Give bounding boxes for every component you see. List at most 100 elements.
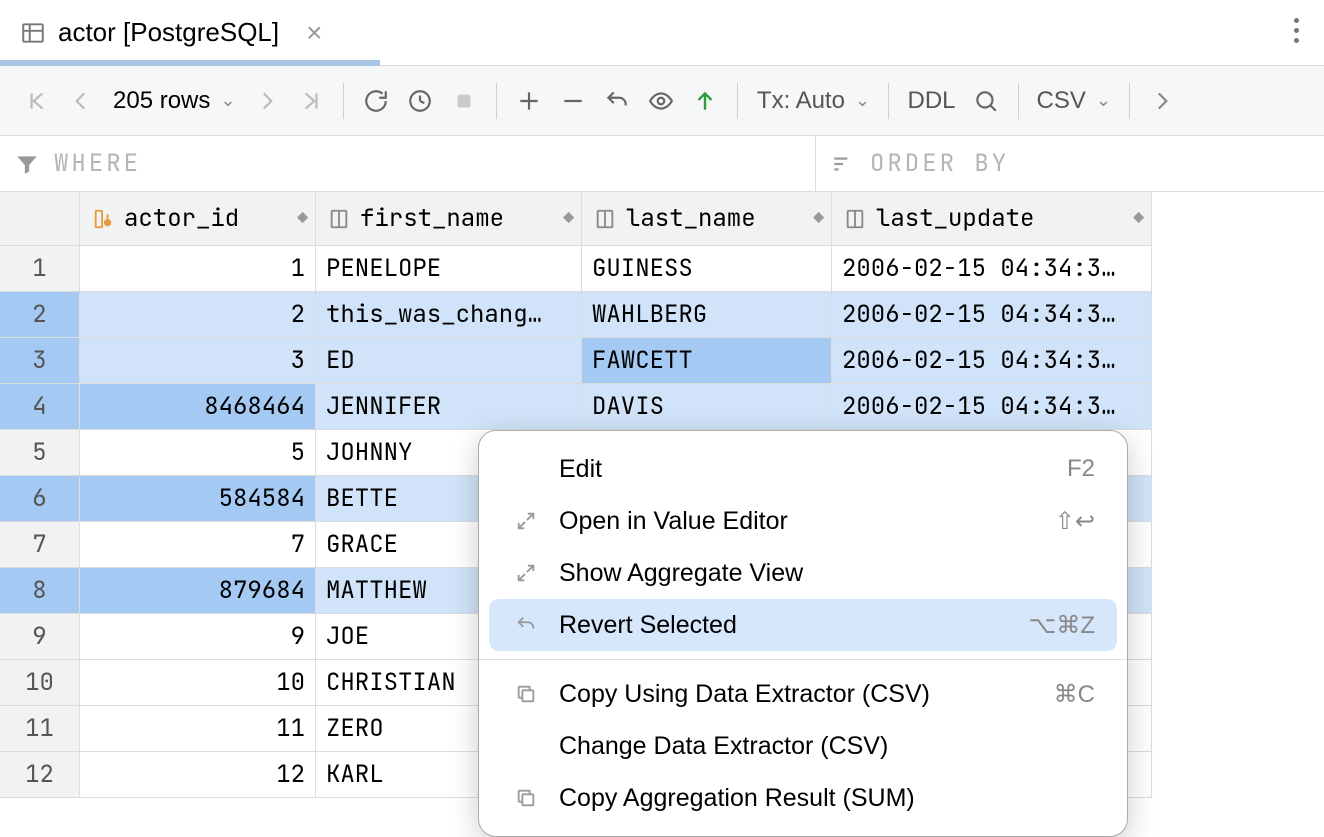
table-icon — [20, 20, 46, 46]
filter-icon — [14, 151, 40, 177]
menu-label: Show Aggregate View — [559, 559, 803, 588]
row-number[interactable]: 5 — [0, 430, 80, 476]
toolbar: 205 rows⌄ Tx: Auto⌄ DDL CSV⌄ — [0, 66, 1324, 136]
preview-changes-icon[interactable] — [639, 76, 683, 126]
row-number[interactable]: 3 — [0, 338, 80, 384]
tab-title: actor [PostgreSQL] — [58, 17, 279, 48]
menu-label: Copy Aggregation Result (SUM) — [559, 784, 915, 813]
table-cell[interactable]: 7 — [80, 522, 316, 568]
table-cell[interactable]: 2006-02-15 04:34:3… — [832, 292, 1152, 338]
reload-button[interactable] — [354, 76, 398, 126]
table-cell[interactable]: 584584 — [80, 476, 316, 522]
table-cell[interactable]: PENELOPE — [316, 246, 582, 292]
table-cell[interactable]: 2006-02-15 04:34:3… — [832, 384, 1152, 430]
table-cell[interactable]: 879684 — [80, 568, 316, 614]
table-cell[interactable]: 9 — [80, 614, 316, 660]
menu-label: Copy Using Data Extractor (CSV) — [559, 680, 930, 709]
more-icon[interactable] — [1140, 76, 1184, 126]
menu-shortcut: F2 — [1067, 455, 1095, 483]
delete-row-button[interactable] — [551, 76, 595, 126]
table-cell[interactable]: 12 — [80, 752, 316, 798]
expand-icon — [511, 510, 541, 532]
row-number[interactable]: 8 — [0, 568, 80, 614]
menu-label: Revert Selected — [559, 611, 737, 640]
context-menu: Edit F2 Open in Value Editor ⇧↩ Show Aggrega… — [478, 430, 1128, 837]
ddl-button[interactable]: DDL — [899, 76, 963, 126]
tab-bar: actor [PostgreSQL] × — [0, 0, 1324, 66]
table-cell[interactable]: GUINESS — [582, 246, 832, 292]
row-number[interactable]: 7 — [0, 522, 80, 568]
prev-page-button[interactable] — [59, 76, 103, 126]
table-cell[interactable]: 1 — [80, 246, 316, 292]
col-first-name[interactable]: first_name◆ — [316, 192, 582, 246]
table-cell[interactable]: 8468464 — [80, 384, 316, 430]
orderby-input[interactable]: ORDER BY — [816, 136, 1324, 191]
key-column-icon — [92, 208, 114, 230]
table-cell[interactable]: 2006-02-15 04:34:3… — [832, 246, 1152, 292]
tx-mode-dropdown[interactable]: Tx: Auto⌄ — [748, 76, 878, 126]
row-number[interactable]: 10 — [0, 660, 80, 706]
row-number[interactable]: 4 — [0, 384, 80, 430]
where-input[interactable]: WHERE — [0, 136, 816, 191]
first-page-button[interactable] — [15, 76, 59, 126]
table-cell[interactable]: this_was_chang… — [316, 292, 582, 338]
row-number[interactable]: 2 — [0, 292, 80, 338]
column-icon — [328, 208, 350, 230]
table-cell[interactable]: ED — [316, 338, 582, 384]
row-number[interactable]: 1 — [0, 246, 80, 292]
menu-label: Edit — [559, 455, 602, 484]
table-cell[interactable]: WAHLBERG — [582, 292, 832, 338]
menu-open-in-value-editor[interactable]: Open in Value Editor ⇧↩ — [489, 495, 1117, 547]
table-cell[interactable]: 3 — [80, 338, 316, 384]
close-icon[interactable]: × — [306, 17, 322, 49]
search-icon[interactable] — [964, 76, 1008, 126]
copy-icon — [511, 787, 541, 809]
menu-label: Change Data Extractor (CSV) — [559, 732, 888, 761]
menu-show-aggregate-view[interactable]: Show Aggregate View — [489, 547, 1117, 599]
menu-shortcut: ⇧↩ — [1055, 507, 1095, 536]
export-dropdown[interactable]: CSV⌄ — [1029, 76, 1119, 126]
commit-button[interactable] — [683, 76, 727, 126]
table-cell[interactable]: JENNIFER — [316, 384, 582, 430]
column-icon — [844, 208, 866, 230]
undo-icon — [511, 614, 541, 636]
stop-clock-icon[interactable] — [398, 76, 442, 126]
revert-button[interactable] — [595, 76, 639, 126]
menu-edit[interactable]: Edit F2 — [489, 443, 1117, 495]
menu-revert-selected[interactable]: Revert Selected ⌥⌘Z — [489, 599, 1117, 651]
menu-change-data-extractor-csv-[interactable]: Change Data Extractor (CSV) — [489, 720, 1117, 772]
menu-copy-using-data-extractor-csv-[interactable]: Copy Using Data Extractor (CSV) ⌘C — [489, 668, 1117, 720]
table-cell[interactable]: DAVIS — [582, 384, 832, 430]
table-cell[interactable]: 2006-02-15 04:34:3… — [832, 338, 1152, 384]
tab-active-indicator — [0, 60, 380, 66]
expand-icon — [511, 562, 541, 584]
last-page-button[interactable] — [289, 76, 333, 126]
row-number[interactable]: 12 — [0, 752, 80, 798]
menu-shortcut: ⌘C — [1054, 680, 1095, 709]
menu-shortcut: ⌥⌘Z — [1029, 611, 1095, 640]
next-page-button[interactable] — [245, 76, 289, 126]
corner-cell[interactable] — [0, 192, 80, 246]
kebab-menu-icon[interactable] — [1294, 18, 1299, 43]
stop-button[interactable] — [442, 76, 486, 126]
table-cell[interactable]: 2 — [80, 292, 316, 338]
column-icon — [594, 208, 616, 230]
row-number[interactable]: 11 — [0, 706, 80, 752]
tab-actor[interactable]: actor [PostgreSQL] × — [0, 0, 342, 65]
table-cell[interactable]: 11 — [80, 706, 316, 752]
row-count-dropdown[interactable]: 205 rows⌄ — [103, 87, 245, 115]
table-cell[interactable]: FAWCETT — [582, 338, 832, 384]
table-cell[interactable]: 5 — [80, 430, 316, 476]
row-number[interactable]: 9 — [0, 614, 80, 660]
copy-icon — [511, 683, 541, 705]
col-last-update[interactable]: last_update◆ — [832, 192, 1152, 246]
col-actor-id[interactable]: actor_id◆ — [80, 192, 316, 246]
menu-label: Open in Value Editor — [559, 507, 788, 536]
row-number[interactable]: 6 — [0, 476, 80, 522]
add-row-button[interactable] — [507, 76, 551, 126]
sort-icon — [830, 151, 856, 177]
menu-copy-aggregation-result-sum-[interactable]: Copy Aggregation Result (SUM) — [489, 772, 1117, 824]
col-last-name[interactable]: last_name◆ — [582, 192, 832, 246]
table-cell[interactable]: 10 — [80, 660, 316, 706]
filter-bar: WHERE ORDER BY — [0, 136, 1324, 192]
